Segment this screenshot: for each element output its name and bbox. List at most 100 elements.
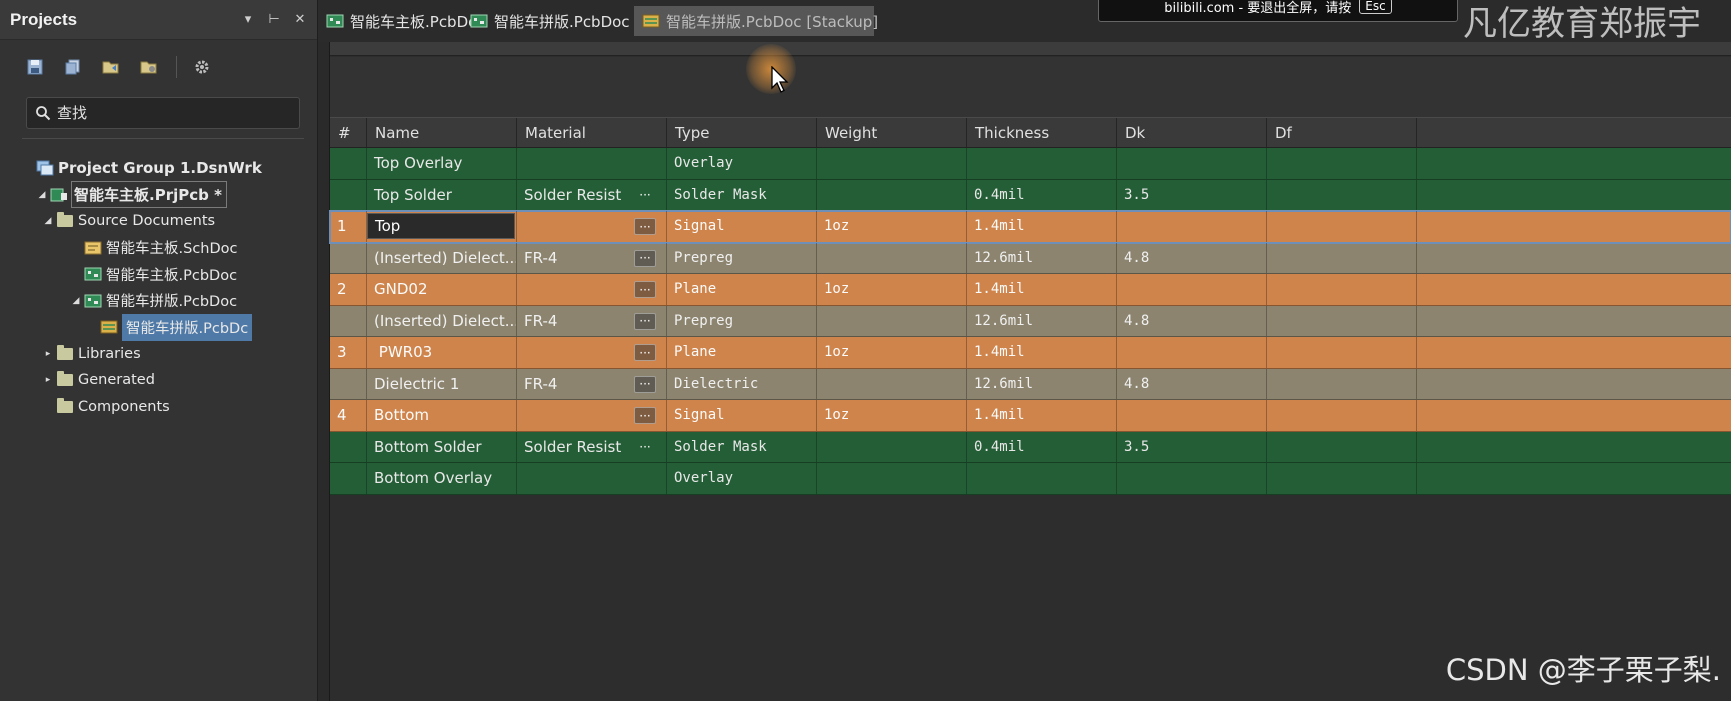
cell-num[interactable] <box>330 368 367 399</box>
cell-df[interactable] <box>1267 211 1417 242</box>
cell-name[interactable]: Top <box>367 211 517 242</box>
search-box[interactable] <box>26 97 300 129</box>
cell-df[interactable] <box>1267 337 1417 368</box>
material-picker-button[interactable]: ··· <box>634 439 656 456</box>
cell-thickness[interactable]: 12.6mil <box>967 242 1117 273</box>
layer-row[interactable]: 1 Top ··· Signal 1oz 1.4mil <box>329 210 1731 244</box>
project-options-icon[interactable] <box>138 56 160 78</box>
tree-item[interactable]: Project Group 1.DsnWrk <box>0 155 318 182</box>
cell-type[interactable]: Plane <box>667 274 817 305</box>
material-picker-button[interactable]: ··· <box>634 312 656 330</box>
gear-icon[interactable] <box>191 56 213 78</box>
column-header-num[interactable]: # <box>330 118 367 147</box>
tree-item[interactable]: ▸ Libraries <box>0 341 318 368</box>
tree-item[interactable]: 智能车拼版.PcbDc <box>0 313 318 341</box>
layer-row[interactable]: 2 GND02 ··· Plane 1oz 1.4mil <box>330 274 1731 306</box>
save-icon[interactable] <box>24 56 46 78</box>
tree-item[interactable]: 智能车主板.PcbDoc <box>0 261 318 288</box>
layer-row[interactable]: (Inserted) Dielect... FR-4 ··· Prepreg 12.6m… <box>330 242 1731 274</box>
cell-type[interactable]: Dielectric <box>667 368 817 399</box>
cell-df[interactable] <box>1267 463 1417 494</box>
cell-df[interactable] <box>1267 179 1417 210</box>
cell-material[interactable]: ··· <box>517 274 667 305</box>
cell-material[interactable]: ··· <box>517 337 667 368</box>
cell-weight[interactable] <box>817 431 967 462</box>
cell-material[interactable]: ··· <box>517 400 667 431</box>
cell-num[interactable]: 4 <box>330 400 367 431</box>
cell-df[interactable] <box>1267 368 1417 399</box>
cell-df[interactable] <box>1267 242 1417 273</box>
cell-dk[interactable]: 4.8 <box>1117 242 1267 273</box>
search-input[interactable] <box>57 104 287 122</box>
cell-name[interactable]: Bottom Overlay <box>367 463 517 494</box>
column-header-thickness[interactable]: Thickness <box>967 118 1117 147</box>
layer-row[interactable]: Bottom Overlay Overlay <box>330 463 1731 495</box>
cell-weight[interactable] <box>817 305 967 336</box>
cell-df[interactable] <box>1267 400 1417 431</box>
cell-name[interactable]: GND02 <box>367 274 517 305</box>
cell-num[interactable]: 1 <box>330 211 367 242</box>
column-header-df[interactable]: Df <box>1267 118 1417 147</box>
document-tab[interactable]: 智能车拼版.PcbDoc [Stackup] <box>634 6 878 36</box>
cell-df[interactable] <box>1267 274 1417 305</box>
cell-weight[interactable]: 1oz <box>817 337 967 368</box>
material-picker-button[interactable]: ··· <box>634 218 656 235</box>
tree-item[interactable]: 智能车主板.SchDoc <box>0 235 318 262</box>
cell-dk[interactable] <box>1117 148 1267 179</box>
cell-num[interactable] <box>330 463 367 494</box>
column-header-weight[interactable]: Weight <box>817 118 967 147</box>
expand-arrow-icon[interactable]: ◢ <box>42 216 54 226</box>
cell-thickness[interactable]: 12.6mil <box>967 368 1117 399</box>
cell-weight[interactable] <box>817 179 967 210</box>
cell-weight[interactable]: 1oz <box>817 211 967 242</box>
cell-name[interactable]: Top Overlay <box>367 148 517 179</box>
material-picker-button[interactable]: ··· <box>634 187 656 204</box>
column-header-material[interactable]: Material <box>517 118 667 147</box>
cell-thickness[interactable]: 0.4mil <box>967 431 1117 462</box>
column-header-type[interactable]: Type <box>667 118 817 147</box>
cell-weight[interactable] <box>817 148 967 179</box>
cell-name[interactable]: Dielectric 1 <box>367 368 517 399</box>
layer-row[interactable]: Top Overlay Overlay <box>330 148 1731 180</box>
cell-weight[interactable]: 1oz <box>817 274 967 305</box>
cell-dk[interactable] <box>1117 463 1267 494</box>
cell-dk[interactable]: 4.8 <box>1117 305 1267 336</box>
close-icon[interactable]: ✕ <box>293 12 307 27</box>
cell-num[interactable]: 3 <box>330 337 367 368</box>
cell-type[interactable]: Overlay <box>667 148 817 179</box>
cell-material[interactable]: FR-4 ··· <box>517 305 667 336</box>
cell-dk[interactable] <box>1117 274 1267 305</box>
document-tab[interactable]: 智能车主板.PcbDoc <box>318 6 486 36</box>
cell-weight[interactable]: 1oz <box>817 400 967 431</box>
layer-name-input[interactable]: Top <box>367 213 515 239</box>
cell-thickness[interactable]: 0.4mil <box>967 179 1117 210</box>
cell-df[interactable] <box>1267 431 1417 462</box>
material-picker-button[interactable]: ··· <box>634 249 656 267</box>
layer-row[interactable]: 4 Bottom ··· Signal 1oz 1.4mil <box>330 400 1731 432</box>
cell-thickness[interactable]: 1.4mil <box>967 400 1117 431</box>
layer-row[interactable]: 3 PWR03 ··· Plane 1oz 1.4mil <box>330 337 1731 369</box>
open-folder-icon[interactable] <box>100 56 122 78</box>
pin-icon[interactable]: ⊢ <box>267 12 281 27</box>
cell-material[interactable]: FR-4 ··· <box>517 368 667 399</box>
cell-material[interactable] <box>517 148 667 179</box>
cell-material[interactable]: Solder Resist ··· <box>517 179 667 210</box>
cell-name[interactable]: (Inserted) Dielect... <box>367 242 517 273</box>
cell-num[interactable] <box>330 305 367 336</box>
cell-thickness[interactable]: 1.4mil <box>967 211 1117 242</box>
document-tab[interactable]: 智能车拼版.PcbDoc * <box>462 6 642 36</box>
material-picker-button[interactable]: ··· <box>634 375 656 393</box>
cell-material[interactable]: ··· <box>517 211 667 242</box>
cell-name[interactable]: PWR03 <box>367 337 517 368</box>
cell-num[interactable] <box>330 242 367 273</box>
cell-thickness[interactable] <box>967 148 1117 179</box>
tree-item[interactable]: ◢ 智能车主板.PrjPcb * <box>0 181 318 209</box>
cell-type[interactable]: Plane <box>667 337 817 368</box>
cell-dk[interactable] <box>1117 337 1267 368</box>
material-picker-button[interactable]: ··· <box>634 281 656 298</box>
cell-num[interactable]: 2 <box>330 274 367 305</box>
material-picker-button[interactable]: ··· <box>634 407 656 424</box>
column-header-dk[interactable]: Dk <box>1117 118 1267 147</box>
tree-item[interactable]: ◢ 智能车拼版.PcbDoc <box>0 288 318 315</box>
cell-material[interactable]: Solder Resist ··· <box>517 431 667 462</box>
